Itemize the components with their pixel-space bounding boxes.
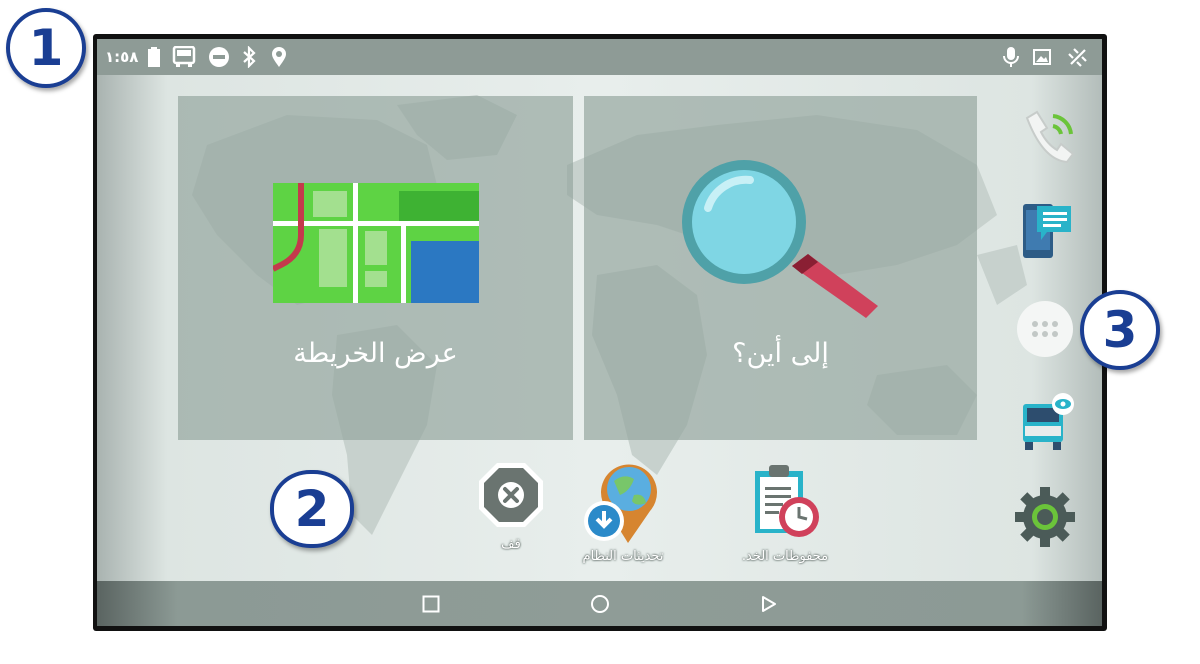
recent-apps-button[interactable] (418, 591, 444, 617)
phone-call-icon (1025, 110, 1075, 164)
where-to-label: إلى أين؟ (732, 338, 829, 369)
location-pin-icon (269, 47, 289, 67)
service-history-label: محفوظات الخد. (741, 549, 829, 564)
view-map-tile[interactable]: عرض الخريطة (178, 96, 573, 440)
stop-icon (479, 463, 543, 527)
device-frame: ١:٥٨ عرض الخريطة إلى أين؟ محفوظات الخد. … (93, 34, 1107, 631)
truck-mode-icon (171, 46, 197, 67)
truck-view-icon (1023, 393, 1074, 450)
status-bar: ١:٥٨ (97, 39, 1102, 75)
magnifier-icon (682, 160, 878, 318)
truck-view-button[interactable] (1012, 389, 1078, 455)
back-icon (762, 596, 776, 612)
callout-3: 3 (1080, 290, 1160, 370)
microphone-icon (1001, 47, 1021, 67)
messages-icon (1023, 204, 1071, 258)
view-map-label: عرض الخريطة (293, 338, 458, 369)
callout-1: 1 (6, 8, 86, 88)
app-system-updates[interactable]: تحديثات النظام (558, 459, 688, 564)
back-button[interactable] (756, 591, 782, 617)
app-service-history[interactable]: محفوظات الخد. (720, 459, 850, 564)
stop-label: قف (501, 537, 521, 552)
app-drawer-icon (1017, 301, 1073, 357)
callout-2: 2 (270, 470, 354, 548)
navigation-bar (97, 581, 1102, 626)
phone-call-button[interactable] (1012, 101, 1078, 167)
settings-gear-icon (1015, 487, 1075, 547)
home-screen: ١:٥٨ عرض الخريطة إلى أين؟ محفوظات الخد. … (97, 39, 1102, 626)
satellite-signal-icon (1065, 47, 1091, 67)
service-history-icon (755, 465, 819, 537)
clock: ١:٥٨ (105, 48, 139, 66)
image-icon (1032, 47, 1052, 67)
battery-icon (147, 47, 161, 67)
bluetooth-icon (240, 46, 258, 68)
app-drawer-button[interactable] (1012, 296, 1078, 362)
system-updates-label: تحديثات النظام (582, 549, 664, 564)
where-to-tile[interactable]: إلى أين؟ (584, 96, 977, 440)
home-icon (591, 595, 609, 613)
map-icon (273, 183, 479, 303)
home-button[interactable] (587, 591, 613, 617)
messages-button[interactable] (1012, 197, 1078, 263)
settings-button[interactable] (1012, 484, 1078, 550)
system-updates-icon (584, 464, 657, 543)
do-not-disturb-icon (207, 47, 231, 67)
app-stop[interactable]: قف (446, 459, 576, 552)
recent-apps-icon (422, 595, 440, 613)
